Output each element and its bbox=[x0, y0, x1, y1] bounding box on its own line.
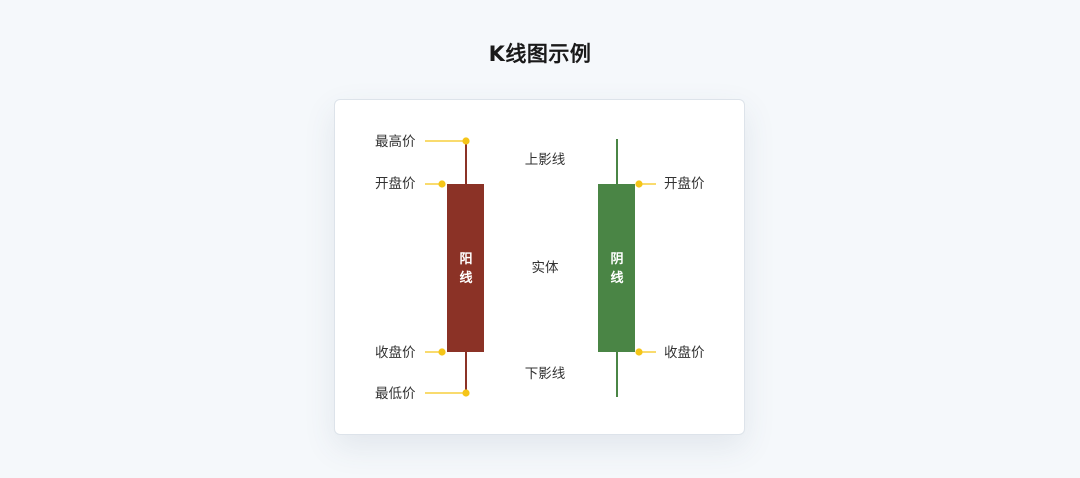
open-marker bbox=[438, 180, 446, 188]
low-marker bbox=[462, 389, 470, 397]
open-price-label: 开盘价 bbox=[375, 175, 416, 192]
close-price-label: 收盘价 bbox=[375, 344, 416, 361]
high-price-label: 最高价 bbox=[375, 133, 416, 150]
page-title: K线图示例 bbox=[488, 42, 592, 66]
yin-body-label-2: 线 bbox=[610, 270, 623, 286]
body-label: 实体 bbox=[532, 260, 560, 276]
yin-leaders bbox=[635, 180, 656, 356]
yin-close-price-label: 收盘价 bbox=[664, 344, 705, 361]
high-marker bbox=[462, 137, 470, 145]
yin-body bbox=[598, 184, 635, 352]
yang-body bbox=[447, 184, 484, 352]
upper-shadow-label: 上影线 bbox=[525, 152, 566, 168]
close-marker bbox=[438, 348, 446, 356]
yin-body-label-1: 阴 bbox=[610, 252, 623, 267]
yin-open-price-label: 开盘价 bbox=[664, 175, 705, 192]
yin-open-marker bbox=[635, 180, 643, 188]
low-price-label: 最低价 bbox=[375, 386, 416, 402]
yang-body-label-2: 线 bbox=[459, 270, 472, 286]
yin-close-marker bbox=[635, 348, 643, 356]
candlestick-diagram-card: 阳 线 最高价 开盘价 收盘价 最低价 上影线 实体 下影线 阴 线 开盘价 收… bbox=[334, 99, 745, 435]
yin-candle: 阴 线 bbox=[598, 139, 635, 397]
candlestick-diagram: 阳 线 最高价 开盘价 收盘价 最低价 上影线 实体 下影线 阴 线 开盘价 收… bbox=[375, 133, 705, 402]
lower-shadow-label: 下影线 bbox=[525, 366, 566, 382]
yang-candle: 阳 线 bbox=[447, 141, 484, 393]
yang-body-label-1: 阳 bbox=[459, 252, 472, 267]
